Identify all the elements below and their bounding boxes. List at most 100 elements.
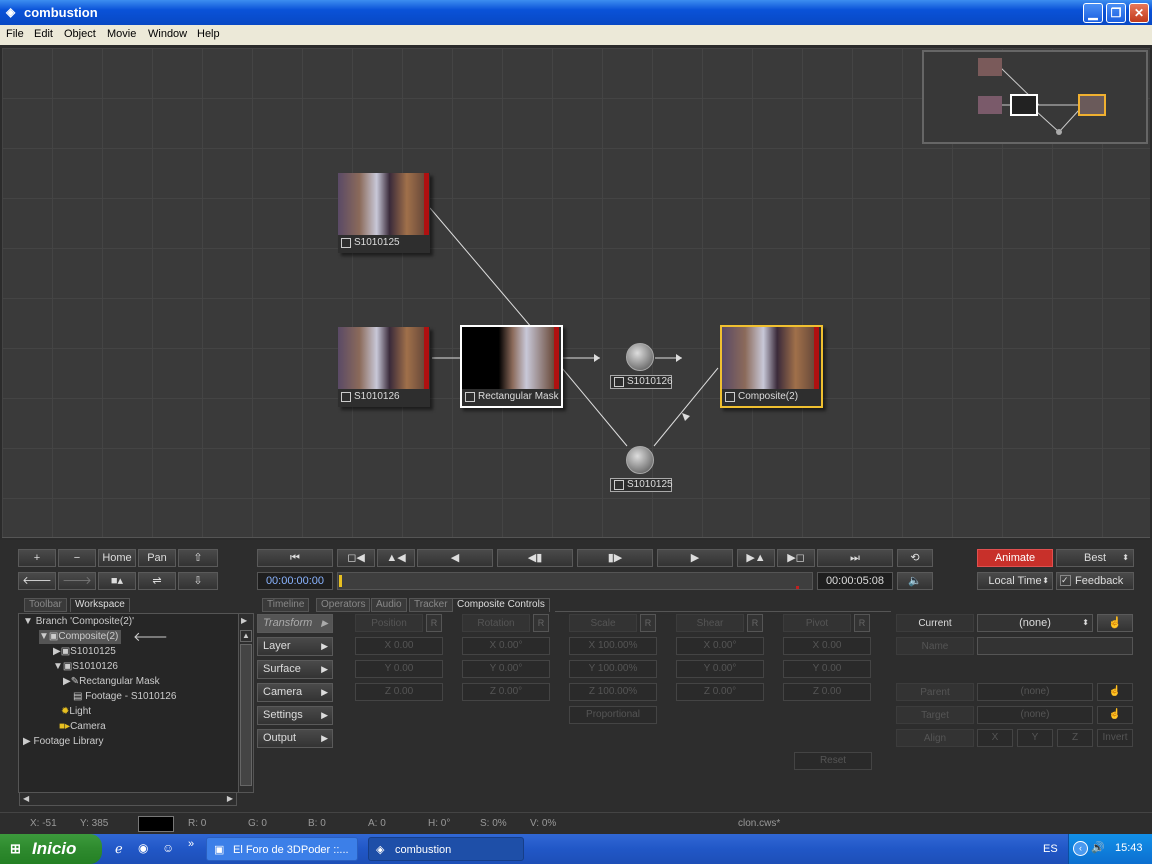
back-button[interactable]: 🡐 bbox=[18, 572, 56, 590]
shear-x-field[interactable]: X 0.00° bbox=[676, 637, 764, 655]
taskbar-item-browser[interactable]: ▣ El Foro de 3DPoder ::... bbox=[206, 837, 358, 861]
scale-reset-button[interactable]: R bbox=[640, 614, 656, 632]
tree-vertical-scrollbar[interactable]: ▶ ▲ bbox=[238, 614, 253, 792]
workspace-tree[interactable]: ▼ Branch 'Composite(2)' ▼▣Composite(2) 🡐… bbox=[18, 613, 254, 806]
ie-icon[interactable]: ℯ bbox=[115, 841, 123, 857]
position-reset-button[interactable]: R bbox=[426, 614, 442, 632]
target-pick-button[interactable]: ☝ bbox=[1097, 706, 1133, 724]
menu-object[interactable]: Object bbox=[64, 28, 96, 40]
pick-whip-button[interactable]: ☝ bbox=[1097, 614, 1133, 632]
settings-button[interactable]: Settings ▶ bbox=[257, 706, 333, 725]
tab-operators[interactable]: Operators bbox=[316, 598, 371, 612]
end-time-field[interactable]: 00:00:05:08 bbox=[817, 572, 893, 590]
go-to-start-button[interactable]: ⏮ bbox=[257, 549, 333, 567]
camera-button[interactable]: Camera ▶ bbox=[257, 683, 333, 702]
menu-help[interactable]: Help bbox=[197, 28, 220, 40]
footage-node-s1010125[interactable]: S1010125 bbox=[338, 173, 430, 253]
up-button[interactable]: ⇧ bbox=[178, 549, 218, 567]
time-mode-select[interactable]: Local Time ⬍ bbox=[977, 572, 1053, 590]
reset-button[interactable]: Reset bbox=[794, 752, 872, 770]
pivot-reset-button[interactable]: R bbox=[854, 614, 870, 632]
scale-z-field[interactable]: Z 100.00% bbox=[569, 683, 657, 701]
zoom-out-button[interactable]: − bbox=[58, 549, 96, 567]
scale-x-field[interactable]: X 100.00% bbox=[569, 637, 657, 655]
align-y-button[interactable]: Y bbox=[1017, 729, 1053, 747]
tab-toolbar[interactable]: Toolbar bbox=[24, 598, 67, 612]
tab-audio[interactable]: Audio bbox=[371, 598, 407, 612]
invert-button[interactable]: Invert bbox=[1097, 729, 1133, 747]
animate-button[interactable]: Animate bbox=[977, 549, 1053, 567]
pivot-x-field[interactable]: X 0.00 bbox=[783, 637, 871, 655]
tree-horizontal-scrollbar[interactable]: ◀ ▶ bbox=[19, 792, 237, 806]
media-icon[interactable]: ◉ bbox=[138, 841, 148, 855]
pivot-z-field[interactable]: Z 0.00 bbox=[783, 683, 871, 701]
scroll-up-button[interactable]: ▲ bbox=[240, 630, 252, 642]
name-field[interactable] bbox=[977, 637, 1133, 655]
tree-item-s1010125[interactable]: ▶▣S1010125 bbox=[53, 645, 116, 659]
start-button[interactable]: ⊞ Inicio bbox=[0, 834, 102, 864]
tree-item-footage-library[interactable]: ▶ Footage Library bbox=[23, 735, 104, 749]
tree-item-composite[interactable]: ▼▣Composite(2) bbox=[39, 630, 122, 644]
tree-item-light[interactable]: ✹Light bbox=[61, 705, 91, 719]
quality-select[interactable]: Best ⬍ bbox=[1056, 549, 1134, 567]
display-mode-button[interactable]: ■▴ bbox=[98, 572, 136, 590]
messenger-icon[interactable]: ☺ bbox=[162, 841, 174, 855]
target-select[interactable]: (none) bbox=[977, 706, 1093, 724]
down-button[interactable]: ⇩ bbox=[178, 572, 218, 590]
schematic-minimap[interactable] bbox=[922, 50, 1148, 144]
rotation-reset-button[interactable]: R bbox=[533, 614, 549, 632]
shear-z-field[interactable]: Z 0.00° bbox=[676, 683, 764, 701]
tree-item-footage[interactable]: ▤ Footage - S1010126 bbox=[73, 690, 176, 704]
tab-composite-controls[interactable]: Composite Controls bbox=[452, 598, 550, 612]
menu-edit[interactable]: Edit bbox=[34, 28, 53, 40]
menu-file[interactable]: File bbox=[6, 28, 24, 40]
parent-select[interactable]: (none) bbox=[977, 683, 1093, 701]
feedback-toggle[interactable]: ✓ Feedback bbox=[1056, 572, 1134, 590]
menu-window[interactable]: Window bbox=[148, 28, 187, 40]
go-to-end-button[interactable]: ⏭ bbox=[817, 549, 893, 567]
prev-marker-button[interactable]: ◻◀ bbox=[337, 549, 375, 567]
position-x-field[interactable]: X 0.00 bbox=[355, 637, 443, 655]
tree-item-branch[interactable]: ▼ Branch 'Composite(2)' bbox=[23, 615, 134, 629]
forward-button[interactable]: 🡒 bbox=[58, 572, 96, 590]
parent-pick-button[interactable]: ☝ bbox=[1097, 683, 1133, 701]
next-keyframe-button[interactable]: ▶▲ bbox=[737, 549, 775, 567]
language-indicator[interactable]: ES bbox=[1043, 843, 1058, 855]
chevron-left-icon[interactable]: ‹ bbox=[1073, 841, 1088, 856]
align-x-button[interactable]: X bbox=[977, 729, 1013, 747]
position-z-field[interactable]: Z 0.00 bbox=[355, 683, 443, 701]
schematic-canvas[interactable]: S1010125 S1010126 Rectangular Mask S1010… bbox=[2, 48, 1150, 538]
step-forward-button[interactable]: ▮▶ bbox=[577, 549, 653, 567]
loop-button[interactable]: ⟲ bbox=[897, 549, 933, 567]
align-z-button[interactable]: Z bbox=[1057, 729, 1093, 747]
rotation-y-field[interactable]: Y 0.00° bbox=[462, 660, 550, 678]
audio-button[interactable]: 🔈 bbox=[897, 572, 933, 590]
tree-item-s1010126[interactable]: ▼▣S1010126 bbox=[53, 660, 118, 674]
shear-reset-button[interactable]: R bbox=[747, 614, 763, 632]
volume-icon[interactable]: 🔊 bbox=[1091, 841, 1105, 854]
scale-y-field[interactable]: Y 100.00% bbox=[569, 660, 657, 678]
pan-button[interactable]: Pan bbox=[138, 549, 176, 567]
chevron-right-icon[interactable]: » bbox=[188, 838, 194, 850]
time-ruler[interactable] bbox=[337, 572, 813, 590]
prev-keyframe-button[interactable]: ▲◀ bbox=[377, 549, 415, 567]
layer-operator-s1010126[interactable] bbox=[626, 343, 654, 371]
play-button[interactable]: ▶ bbox=[657, 549, 733, 567]
zoom-in-button[interactable]: + bbox=[18, 549, 56, 567]
home-button[interactable]: Home bbox=[98, 549, 136, 567]
tree-item-camera[interactable]: ■▸Camera bbox=[59, 720, 106, 734]
layer-operator-s1010125[interactable] bbox=[626, 446, 654, 474]
proportional-button[interactable]: Proportional bbox=[569, 706, 657, 724]
tab-timeline[interactable]: Timeline bbox=[262, 598, 310, 612]
shear-y-field[interactable]: Y 0.00° bbox=[676, 660, 764, 678]
position-y-field[interactable]: Y 0.00 bbox=[355, 660, 443, 678]
taskbar-item-combustion[interactable]: ◈ combustion bbox=[368, 837, 524, 861]
menu-movie[interactable]: Movie bbox=[107, 28, 136, 40]
play-reverse-button[interactable]: ◀ bbox=[417, 549, 493, 567]
transform-button[interactable]: Transform ▶ bbox=[257, 614, 333, 633]
footage-node-s1010126[interactable]: S1010126 bbox=[338, 327, 430, 407]
link-button[interactable]: ⇌ bbox=[138, 572, 176, 590]
maximize-button[interactable]: ❐ bbox=[1106, 3, 1126, 23]
tab-tracker[interactable]: Tracker bbox=[409, 598, 453, 612]
tree-item-mask[interactable]: ▶✎Rectangular Mask bbox=[63, 675, 160, 689]
